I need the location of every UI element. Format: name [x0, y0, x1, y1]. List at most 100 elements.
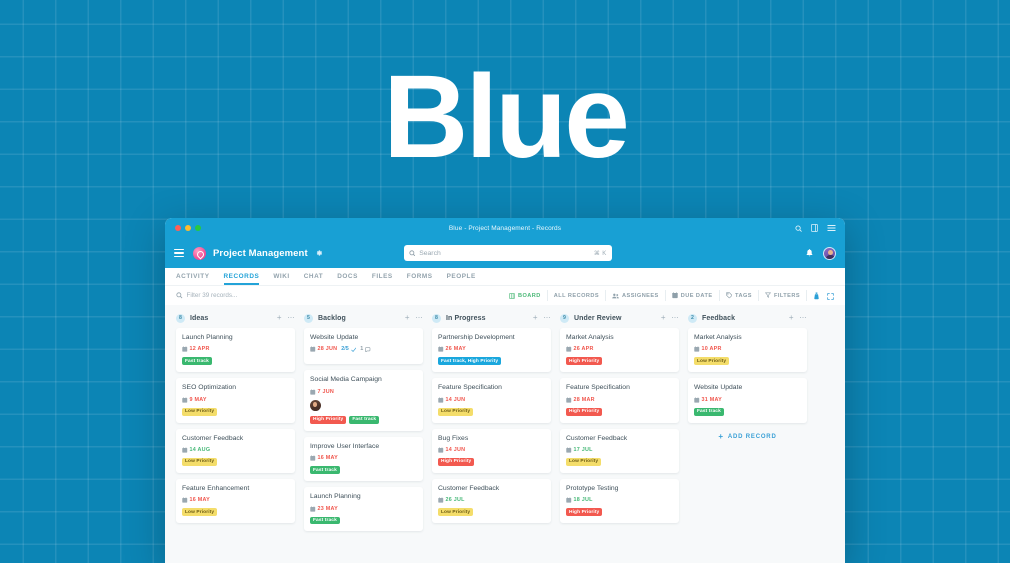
record-card[interactable]: Customer Feedback 14 AUG Low Priority [176, 428, 295, 473]
card-meta: 16 MAY [310, 455, 417, 461]
record-card[interactable]: Customer Feedback 17 JUL Low Priority [560, 428, 679, 473]
card-meta: 26 JUL [438, 497, 545, 503]
calendar-icon [694, 397, 700, 403]
card-assignee-avatar[interactable] [310, 399, 321, 411]
calendar-icon [438, 346, 444, 353]
tab-icon[interactable] [811, 224, 818, 232]
user-avatar[interactable] [823, 246, 836, 260]
record-card[interactable]: Feature Specification 14 JUN Low Priority [432, 378, 551, 423]
card-list: Partnership Development 26 MAY Fast track,… [432, 326, 551, 524]
calendar-icon [566, 346, 572, 353]
column-more-icon[interactable]: ⋯ [672, 315, 680, 322]
record-card[interactable]: Market Analysis 10 APR Low Priority [688, 328, 807, 373]
card-meta: 9 MAY [182, 397, 289, 403]
search-shortcut-hint: ⌘ K [593, 250, 607, 257]
tab-docs[interactable]: DOCS [337, 268, 358, 285]
window-traffic-lights[interactable] [175, 225, 201, 231]
card-tag: Low Priority [182, 508, 218, 517]
card-due-date: 23 MAY [310, 506, 338, 512]
filter-records-input[interactable] [186, 292, 337, 299]
record-card[interactable]: Bug Fixes 14 JUN High Priority [432, 428, 551, 473]
maximize-window-button[interactable] [195, 225, 201, 231]
toolbar-due-date[interactable]: DUE DATE [666, 290, 720, 301]
column-header: 8 Ideas + ⋯ [176, 305, 295, 326]
card-tag: Low Priority [438, 407, 474, 416]
card-title: Feature Enhancement [182, 484, 250, 492]
record-card[interactable]: Improve User Interface 16 MAY Fast track [304, 436, 423, 482]
calendar-icon [566, 497, 572, 503]
card-date-text: 16 MAY [317, 455, 338, 462]
toolbar-filters[interactable]: FILTERS [759, 290, 807, 301]
record-card[interactable]: Customer Feedback 26 JUL Low Priority [432, 478, 551, 524]
card-meta: 14 JUN [438, 447, 545, 453]
record-card[interactable]: Prototype Testing 18 JUL High Priority [560, 478, 679, 524]
toolbar-all-records[interactable]: ALL RECORDS [548, 290, 607, 301]
search-bar[interactable]: ⌘ K [403, 245, 612, 261]
card-tags: High Priority [566, 508, 673, 517]
sidebar-toggle-icon[interactable] [174, 247, 184, 259]
search-input[interactable] [419, 249, 590, 257]
toolbar-tags[interactable]: TAGS [720, 290, 759, 301]
card-tags: Low Priority [438, 508, 545, 517]
record-card[interactable]: Launch Planning 23 MAY Fast track [304, 487, 423, 532]
add-card-button[interactable]: + [661, 314, 666, 322]
add-card-button[interactable]: + [277, 314, 282, 322]
card-title: Customer Feedback [438, 484, 500, 492]
tab-activity[interactable]: ACTIVITY [176, 268, 210, 285]
toolbar-assignees[interactable]: ASSIGNEES [606, 290, 666, 301]
plus-icon: + [718, 431, 724, 441]
card-meta: 18 JUL [566, 497, 673, 503]
close-window-button[interactable] [175, 225, 181, 231]
search-icon[interactable] [795, 224, 802, 232]
card-tags: Low Priority [182, 508, 289, 517]
add-card-button[interactable]: + [405, 314, 410, 322]
card-list: Website Update 28 JUN 2/5 1 Social Media Cam… [304, 326, 423, 532]
column-header: 8 In Progress + ⋯ [432, 305, 551, 326]
column-title: Under Review [574, 314, 622, 322]
tab-records[interactable]: RECORDS [223, 268, 260, 285]
minimize-window-button[interactable] [185, 225, 191, 231]
card-tags: Fast track [310, 466, 417, 475]
menu-icon[interactable] [827, 224, 836, 232]
card-list: Market Analysis 26 APR High Priority Featur… [560, 326, 679, 524]
toolbar-view-board[interactable]: BOARD [503, 290, 548, 301]
card-tags: Low Priority [438, 407, 545, 416]
record-card[interactable]: SEO Optimization 9 MAY Low Priority [176, 378, 295, 423]
calendar-icon [438, 397, 444, 403]
tab-files[interactable]: FILES [372, 268, 393, 285]
card-tag: High Priority [566, 407, 603, 416]
record-card[interactable]: Feature Enhancement 16 MAY Low Priority [176, 478, 295, 524]
column-title: Backlog [318, 314, 346, 322]
color-sort-icon[interactable] [813, 287, 820, 305]
record-card[interactable]: Feature Specification 28 MAR High Priority [560, 378, 679, 423]
gear-icon[interactable] [315, 249, 323, 257]
people-icon [612, 293, 619, 299]
kanban-board[interactable]: 8 Ideas + ⋯ Launch Planning 12 APR Fast track S… [165, 305, 845, 563]
tab-people[interactable]: PEOPLE [447, 268, 476, 285]
record-card[interactable]: Partnership Development 26 MAY Fast track,… [432, 328, 551, 373]
add-card-button[interactable]: + [789, 314, 794, 322]
column-more-icon[interactable]: ⋯ [544, 315, 552, 322]
add-card-button[interactable]: + [533, 314, 538, 322]
fullscreen-icon[interactable] [827, 287, 834, 305]
tab-chat[interactable]: CHAT [304, 268, 323, 285]
record-card[interactable]: Website Update 31 MAY Fast track [688, 378, 807, 423]
tab-wiki[interactable]: WIKI [273, 268, 289, 285]
tab-forms[interactable]: FORMS [407, 268, 433, 285]
record-card[interactable]: Social Media Campaign 7 JUN High Priority F… [304, 370, 423, 431]
record-card[interactable]: Market Analysis 26 APR High Priority [560, 328, 679, 373]
card-title: Website Update [694, 384, 743, 392]
filter-records-field[interactable] [176, 292, 337, 299]
card-list: Launch Planning 12 APR Fast track SEO Optim… [176, 326, 295, 524]
column-more-icon[interactable]: ⋯ [800, 315, 808, 322]
record-card[interactable]: Launch Planning 12 APR Fast track [176, 328, 295, 373]
card-list: Market Analysis 10 APR Low Priority Website… [688, 326, 807, 423]
column-more-icon[interactable]: ⋯ [416, 315, 424, 322]
bell-icon[interactable] [806, 249, 813, 257]
card-due-date: 7 JUN [310, 389, 334, 395]
add-record-button[interactable]: + ADD RECORD [688, 431, 807, 441]
column-more-icon[interactable]: ⋯ [288, 315, 296, 322]
board-column: 5 Backlog + ⋯ Website Update 28 JUN 2/5 1 Social… [304, 305, 423, 563]
card-meta: 7 JUN [310, 389, 417, 395]
record-card[interactable]: Website Update 28 JUN 2/5 1 [304, 328, 423, 365]
